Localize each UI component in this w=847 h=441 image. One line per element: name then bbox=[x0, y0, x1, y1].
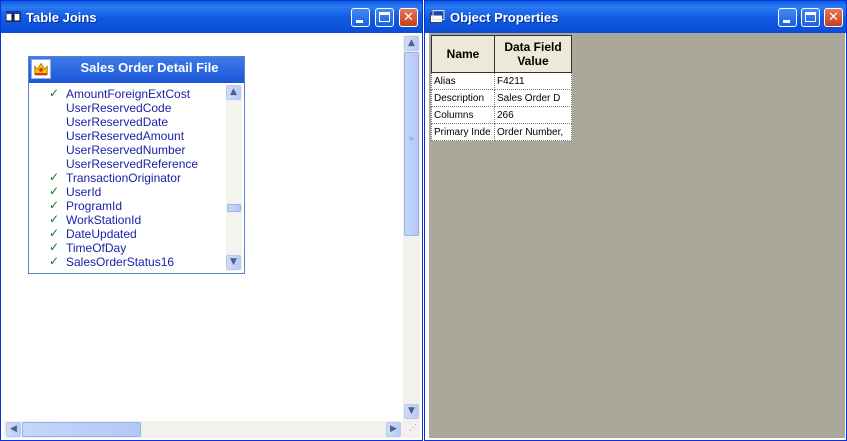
field-name: UserReservedReference bbox=[66, 157, 199, 171]
field-item[interactable]: UserReservedNumber bbox=[29, 143, 225, 157]
field-item[interactable]: ✓ SalesOrderStatus16 bbox=[29, 254, 225, 269]
property-value[interactable]: F4211 bbox=[494, 72, 572, 90]
maximize-icon bbox=[379, 12, 390, 22]
minimize-button[interactable] bbox=[778, 8, 797, 27]
properties-icon bbox=[430, 10, 445, 23]
minimize-button[interactable] bbox=[351, 8, 370, 27]
property-value[interactable]: Sales Order D bbox=[494, 89, 572, 107]
property-row[interactable]: Columns 266 bbox=[431, 106, 572, 124]
field-name: UserReservedNumber bbox=[66, 143, 186, 157]
scroll-down-button[interactable]: ▼ bbox=[404, 404, 419, 419]
field-name: AmountForeignExtCost bbox=[66, 87, 191, 101]
grip-icon: ≡ bbox=[409, 134, 414, 143]
close-icon: ✕ bbox=[403, 10, 414, 25]
maximize-icon bbox=[805, 12, 816, 22]
field-name: DateUpdated bbox=[66, 227, 137, 241]
arrow-up-icon: ▲ bbox=[230, 87, 237, 97]
scroll-thumb[interactable]: ≡ bbox=[404, 52, 419, 236]
property-row[interactable]: Alias F4211 bbox=[431, 72, 572, 90]
properties-panel: Name Data Field Value Alias F4211 Descript… bbox=[429, 33, 845, 438]
arrow-down-icon: ▼ bbox=[408, 406, 415, 416]
property-name[interactable]: Columns bbox=[431, 106, 495, 124]
window-title: Object Properties bbox=[450, 10, 559, 25]
property-name[interactable]: Description bbox=[431, 89, 495, 107]
field-item[interactable]: UserReservedDate bbox=[29, 115, 225, 129]
field-name: SalesOrderStatus16 bbox=[66, 255, 175, 269]
field-name: TimeOfDay bbox=[66, 241, 127, 255]
column-header-value[interactable]: Data Field Value bbox=[494, 35, 572, 73]
field-item[interactable]: ✓ AmountForeignExtCost bbox=[29, 86, 225, 101]
vertical-scrollbar[interactable]: ▲ ≡ ▼ bbox=[403, 35, 420, 421]
property-value[interactable]: 266 bbox=[494, 106, 572, 124]
field-list: ✓ AmountForeignExtCost UserReservedCode Use… bbox=[29, 85, 225, 271]
resize-grip-icon: ⋰ bbox=[409, 423, 417, 432]
close-icon: ✕ bbox=[828, 10, 839, 25]
checkmark-icon[interactable]: ✓ bbox=[49, 254, 59, 268]
field-scroll-up-button[interactable]: ▲ bbox=[226, 85, 241, 100]
title-bar[interactable]: Table Joins ✕ bbox=[1, 1, 422, 33]
field-list-scrollbar[interactable]: ▲ ▼ bbox=[226, 85, 242, 271]
arrow-up-icon: ▲ bbox=[408, 38, 415, 48]
scroll-left-button[interactable]: ◀ bbox=[6, 422, 21, 437]
property-name[interactable]: Alias bbox=[431, 72, 495, 90]
horizontal-scrollbar[interactable]: ◀ ▶ bbox=[4, 421, 403, 438]
checkmark-icon[interactable]: ✓ bbox=[49, 226, 59, 240]
field-item[interactable]: ✓ UserId bbox=[29, 184, 225, 199]
table-joins-icon bbox=[6, 11, 21, 22]
field-name: UserId bbox=[66, 185, 102, 199]
sales-order-detail-table[interactable]: Sales Order Detail File ✓ AmountForeignEx… bbox=[28, 56, 245, 274]
minimize-icon bbox=[783, 20, 790, 23]
crown-icon bbox=[31, 59, 51, 79]
object-properties-window: Object Properties ✕ Name Data Field Valu… bbox=[424, 0, 847, 441]
field-name: ProgramId bbox=[66, 199, 123, 213]
checkmark-icon[interactable]: ✓ bbox=[49, 240, 59, 254]
field-item[interactable]: UserReservedCode bbox=[29, 101, 225, 115]
size-grip[interactable]: ⋰ bbox=[403, 421, 420, 438]
property-value[interactable]: Order Number, bbox=[494, 123, 572, 141]
checkmark-icon[interactable]: ✓ bbox=[49, 86, 59, 100]
properties-grid[interactable]: Name Data Field Value Alias F4211 Descript… bbox=[431, 35, 572, 141]
checkmark-icon[interactable]: ✓ bbox=[49, 184, 59, 198]
field-name: UserReservedDate bbox=[66, 115, 169, 129]
field-item[interactable]: ✓ TransactionOriginator bbox=[29, 170, 225, 185]
field-name: UserReservedCode bbox=[66, 101, 172, 115]
maximize-button[interactable] bbox=[375, 8, 394, 27]
arrow-right-icon: ▶ bbox=[390, 424, 397, 434]
checkmark-icon[interactable]: ✓ bbox=[49, 212, 59, 226]
field-item[interactable]: UserReservedReference bbox=[29, 157, 225, 171]
field-item[interactable]: ✓ TimeOfDay bbox=[29, 240, 225, 255]
maximize-button[interactable] bbox=[801, 8, 820, 27]
property-row[interactable]: Description Sales Order D bbox=[431, 89, 572, 107]
field-name: UserReservedAmount bbox=[66, 129, 185, 143]
close-button[interactable]: ✕ bbox=[824, 8, 843, 27]
field-scroll-thumb[interactable] bbox=[227, 204, 241, 212]
checkmark-icon[interactable]: ✓ bbox=[49, 198, 59, 212]
field-item[interactable]: ✓ DateUpdated bbox=[29, 226, 225, 241]
property-name[interactable]: Primary Inde bbox=[431, 123, 495, 141]
checkmark-icon[interactable]: ✓ bbox=[49, 170, 59, 184]
close-button[interactable]: ✕ bbox=[399, 8, 418, 27]
arrow-left-icon: ◀ bbox=[10, 424, 17, 434]
field-item[interactable]: ✓ ProgramId bbox=[29, 198, 225, 213]
scroll-thumb-horizontal[interactable] bbox=[22, 422, 141, 437]
minimize-icon bbox=[356, 20, 363, 23]
field-name: TransactionOriginator bbox=[66, 171, 181, 185]
arrow-down-icon: ▼ bbox=[230, 257, 237, 267]
field-scroll-down-button[interactable]: ▼ bbox=[226, 255, 241, 270]
table-header[interactable]: Sales Order Detail File bbox=[29, 57, 244, 83]
property-row[interactable]: Primary Inde Order Number, bbox=[431, 123, 572, 141]
field-item[interactable]: UserReservedAmount bbox=[29, 129, 225, 143]
column-header-name[interactable]: Name bbox=[431, 35, 495, 73]
scroll-right-button[interactable]: ▶ bbox=[386, 422, 401, 437]
title-bar[interactable]: Object Properties ✕ bbox=[425, 1, 846, 33]
table-joins-window: Table Joins ✕ ▲ ≡ ▼ ◀ ▶ ⋰ Sales Order De… bbox=[0, 0, 423, 441]
field-item[interactable]: ✓ WorkStationId bbox=[29, 212, 225, 227]
scroll-up-button[interactable]: ▲ bbox=[404, 36, 419, 51]
table-title: Sales Order Detail File bbox=[80, 60, 219, 75]
window-title: Table Joins bbox=[26, 10, 97, 25]
field-name: WorkStationId bbox=[66, 213, 142, 227]
